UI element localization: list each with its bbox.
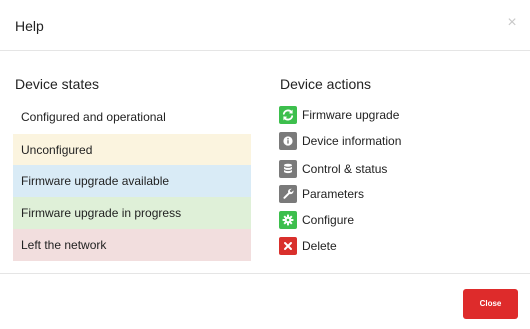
refresh-icon	[279, 106, 297, 124]
close-icon	[279, 237, 297, 255]
action-label: Parameters	[302, 187, 365, 201]
gear-icon	[279, 211, 297, 229]
device-actions-heading: Device actions	[280, 76, 372, 92]
state-firmware-upgrade-available: Firmware upgrade available	[13, 165, 251, 197]
wrench-icon	[279, 185, 297, 203]
action-label: Configure	[302, 213, 355, 227]
dialog-footer: Close	[0, 273, 530, 329]
state-configured-operational: Configured and operational	[13, 101, 251, 133]
action-label: Device information	[302, 134, 402, 148]
state-firmware-upgrade-in-progress: Firmware upgrade in progress	[13, 197, 251, 229]
device-states-heading: Device states	[15, 76, 100, 92]
action-label: Firmware upgrade	[302, 108, 400, 122]
dialog-title: Help	[15, 18, 44, 34]
close-icon[interactable]: ×	[505, 15, 519, 31]
action-label: Control & status	[302, 162, 388, 176]
action-label: Delete	[302, 239, 337, 253]
close-button[interactable]: Close	[463, 289, 518, 319]
dialog-body: Device states Device actions Configured …	[0, 51, 530, 273]
help-dialog: Help × Device states Device actions Conf…	[0, 0, 530, 329]
state-left-network: Left the network	[13, 229, 251, 261]
info-icon	[279, 132, 297, 150]
state-unconfigured: Unconfigured	[13, 134, 251, 166]
database-icon	[279, 160, 297, 178]
dialog-header: Help ×	[0, 0, 530, 51]
